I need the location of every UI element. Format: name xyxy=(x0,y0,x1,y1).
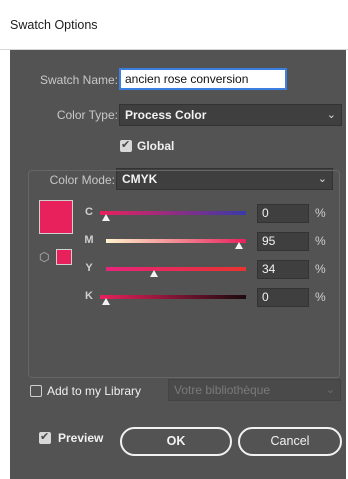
yellow-label: Y xyxy=(85,262,93,274)
yellow-slider-track[interactable] xyxy=(106,267,246,271)
black-value-field[interactable]: 0 xyxy=(257,288,309,307)
window-title: Swatch Options xyxy=(10,18,98,32)
magenta-percent: % xyxy=(315,234,326,248)
black-percent: % xyxy=(315,290,326,304)
swatch-name-input[interactable]: ancien rose conversion xyxy=(119,68,287,90)
yellow-slider-thumb[interactable] xyxy=(149,270,158,277)
black-slider-track[interactable] xyxy=(100,295,246,299)
preview-checkbox[interactable] xyxy=(39,430,51,444)
cancel-button[interactable]: Cancel xyxy=(238,427,342,456)
black-label: K xyxy=(85,290,93,302)
cyan-percent: % xyxy=(315,206,326,220)
yellow-percent: % xyxy=(315,262,326,276)
chevron-down-icon: ⌄ xyxy=(326,109,336,121)
color-preview-swatch xyxy=(39,200,73,234)
color-type-value: Process Color xyxy=(125,108,207,122)
swatch-options-dialog: Swatch Name: ancien rose conversion Colo… xyxy=(10,50,346,479)
magenta-slider-track[interactable] xyxy=(106,239,246,243)
cube-icon[interactable]: ⬡ xyxy=(39,250,49,264)
add-to-library-label: Add to my Library xyxy=(47,384,142,398)
cyan-value-field[interactable]: 0 xyxy=(257,204,309,223)
global-label: Global xyxy=(137,139,175,153)
swatch-name-label: Swatch Name: xyxy=(39,73,118,87)
cyan-slider-track[interactable] xyxy=(100,211,246,215)
global-checkbox[interactable] xyxy=(120,138,132,152)
black-slider-thumb[interactable] xyxy=(102,298,110,305)
cyan-slider-thumb[interactable] xyxy=(102,214,110,221)
library-select-value: Votre bibliothèque xyxy=(174,383,271,397)
preview-label: Preview xyxy=(58,431,104,445)
color-type-label: Color Type: xyxy=(56,108,118,122)
magenta-label: M xyxy=(84,234,94,246)
chevron-down-icon: ⌄ xyxy=(325,384,335,396)
magenta-value-field[interactable]: 95 xyxy=(257,232,309,251)
ok-button[interactable]: OK xyxy=(120,427,232,456)
add-to-library-checkbox[interactable] xyxy=(30,385,42,397)
yellow-value-field[interactable]: 34 xyxy=(257,260,309,279)
cyan-label: C xyxy=(85,206,93,218)
title-bar: Swatch Options xyxy=(0,0,348,50)
magenta-slider-thumb[interactable] xyxy=(235,242,243,249)
color-type-select[interactable]: Process Color ⌄ xyxy=(119,104,342,126)
gamut-color-swatch[interactable] xyxy=(56,249,72,265)
library-select[interactable]: Votre bibliothèque ⌄ xyxy=(168,379,341,401)
